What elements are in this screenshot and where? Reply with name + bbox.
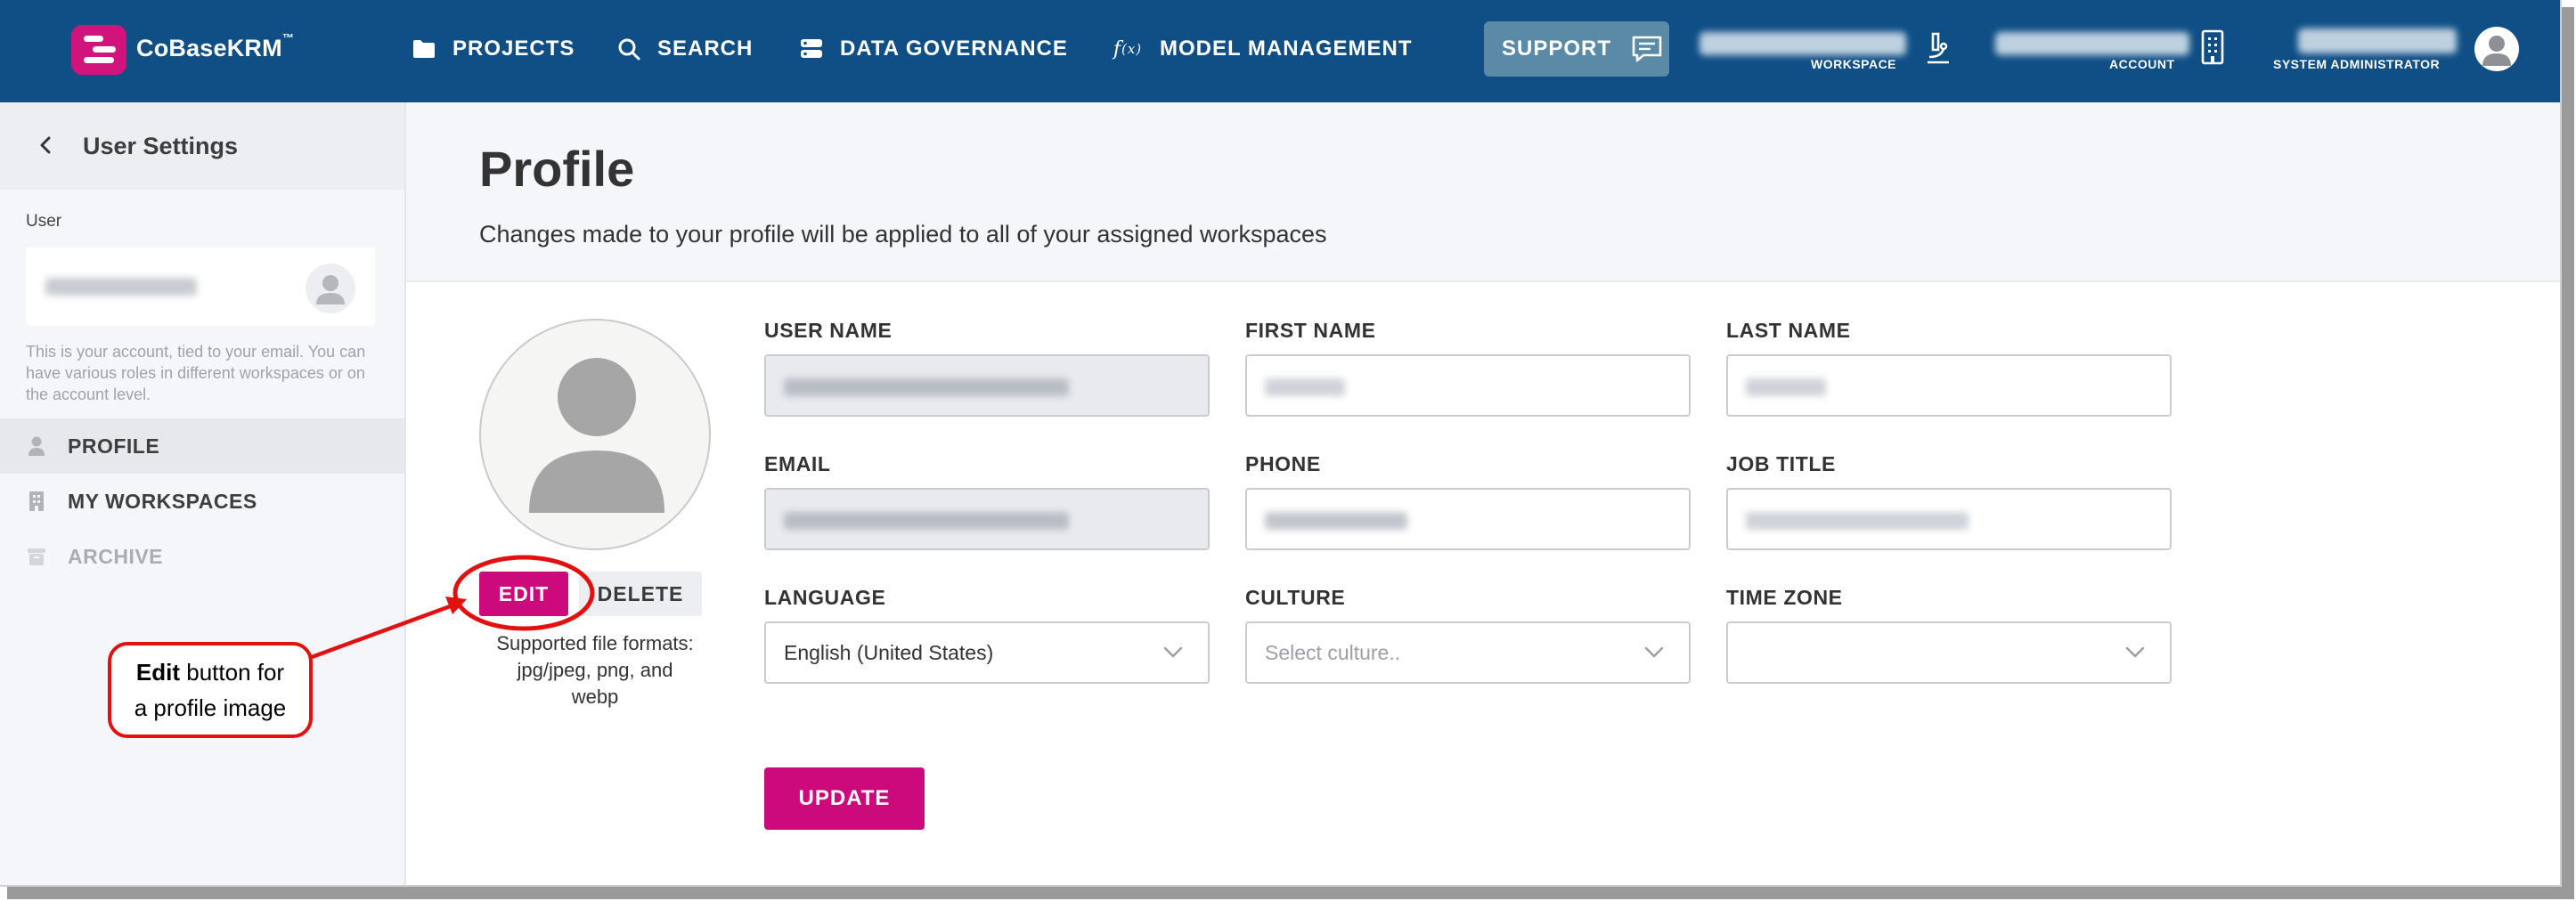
microscope-icon[interactable] xyxy=(1922,30,1954,70)
lastname-label: LAST NAME xyxy=(1726,319,1851,342)
email-field xyxy=(764,488,1210,550)
culture-placeholder: Select culture.. xyxy=(1265,641,1401,664)
search-icon xyxy=(616,37,641,61)
supported-formats-note: Supported file formats: jpg/jpeg, png, a… xyxy=(496,632,694,708)
username-field xyxy=(764,354,1210,417)
user-name-redacted xyxy=(2298,28,2457,53)
database-icon xyxy=(799,37,824,61)
sidebar-item-label: PROFILE xyxy=(68,434,160,458)
support-button[interactable]: SUPPORT xyxy=(1484,21,1669,77)
back-chevron-icon[interactable] xyxy=(36,134,57,156)
building-icon[interactable] xyxy=(2200,28,2225,70)
edit-image-button[interactable]: EDIT xyxy=(479,572,568,616)
email-value-redacted xyxy=(784,512,1069,530)
user-icon xyxy=(27,435,46,457)
jobtitle-field[interactable] xyxy=(1726,488,2172,550)
function-icon: f (x) xyxy=(1113,37,1143,61)
language-select[interactable]: English (United States) xyxy=(764,621,1210,684)
sidebar-item-label: MY WORKSPACES xyxy=(68,489,257,513)
user-section-label: User xyxy=(26,212,62,231)
email-label: EMAIL xyxy=(764,452,831,475)
delete-image-button[interactable]: DELETE xyxy=(579,572,702,616)
app-brand-name[interactable]: CoBaseKRM™ xyxy=(136,31,294,62)
language-value: English (United States) xyxy=(784,641,994,664)
chevron-down-icon xyxy=(2125,646,2145,659)
archive-icon xyxy=(27,546,46,567)
page-subtitle: Changes made to your profile will be app… xyxy=(479,221,1327,248)
sidebar-item-archive[interactable]: ARCHIVE xyxy=(0,529,404,584)
firstname-field[interactable] xyxy=(1245,354,1691,417)
language-label: LANGUAGE xyxy=(764,586,886,609)
account-note: This is your account, tied to your email… xyxy=(26,343,366,403)
nav-data-governance[interactable]: DATA GOVERNANCE xyxy=(799,34,1068,64)
role-caption: SYSTEM ADMINISTRATOR xyxy=(2273,57,2441,71)
sidebar-item-profile[interactable]: PROFILE xyxy=(0,418,404,474)
phone-label: PHONE xyxy=(1245,452,1321,475)
username-value-redacted xyxy=(784,378,1069,396)
top-navigation-bar: CoBaseKRM™ PROJECTS SEARCH DATA GOVERNAN… xyxy=(0,0,2560,102)
annotation-callout: Edit button for a profile image xyxy=(108,642,313,738)
chat-icon xyxy=(1631,35,1663,63)
page-header xyxy=(406,102,2560,282)
firstname-label: FIRST NAME xyxy=(1245,319,1376,342)
building-icon xyxy=(27,491,46,512)
culture-label: CULTURE xyxy=(1245,586,1346,609)
lastname-field[interactable] xyxy=(1726,354,2172,417)
nav-model-management[interactable]: f (x) MODEL MANAGEMENT xyxy=(1112,34,1413,64)
settings-sidebar: User Settings User This is your account,… xyxy=(0,102,406,885)
folder-icon xyxy=(412,37,436,61)
lastname-value-redacted xyxy=(1746,378,1826,396)
user-card[interactable] xyxy=(26,248,375,326)
nav-search[interactable]: SEARCH xyxy=(616,34,753,64)
firstname-value-redacted xyxy=(1265,378,1345,396)
timezone-select[interactable] xyxy=(1726,621,2172,684)
user-card-avatar-icon xyxy=(306,264,355,313)
jobtitle-value-redacted xyxy=(1746,512,1969,530)
jobtitle-label: JOB TITLE xyxy=(1726,452,1836,475)
phone-field[interactable] xyxy=(1245,488,1691,550)
user-avatar[interactable] xyxy=(2474,27,2519,71)
sidebar-item-my-workspaces[interactable]: MY WORKSPACES xyxy=(0,474,404,529)
user-card-name-redacted xyxy=(45,278,197,296)
account-caption: ACCOUNT xyxy=(2109,57,2175,71)
workspace-name-redacted xyxy=(1700,32,1906,55)
timezone-label: TIME ZONE xyxy=(1726,586,1843,609)
workspace-caption: WORKSPACE xyxy=(1811,57,1897,71)
username-label: USER NAME xyxy=(764,319,893,342)
page-title: Profile xyxy=(479,141,635,197)
culture-select[interactable]: Select culture.. xyxy=(1245,621,1691,684)
app-logo-icon[interactable] xyxy=(71,25,126,75)
sidebar-header: User Settings xyxy=(0,102,404,190)
nav-projects[interactable]: PROJECTS xyxy=(412,34,575,64)
sidebar-item-label: ARCHIVE xyxy=(68,544,164,568)
sidebar-title: User Settings xyxy=(83,133,239,159)
profile-image xyxy=(479,319,711,550)
account-name-redacted xyxy=(1995,32,2189,55)
app-window: CoBaseKRM™ PROJECTS SEARCH DATA GOVERNAN… xyxy=(0,0,2562,887)
chevron-down-icon xyxy=(1163,646,1183,659)
update-button[interactable]: UPDATE xyxy=(764,767,925,830)
chevron-down-icon xyxy=(1644,646,1664,659)
phone-value-redacted xyxy=(1265,512,1407,530)
